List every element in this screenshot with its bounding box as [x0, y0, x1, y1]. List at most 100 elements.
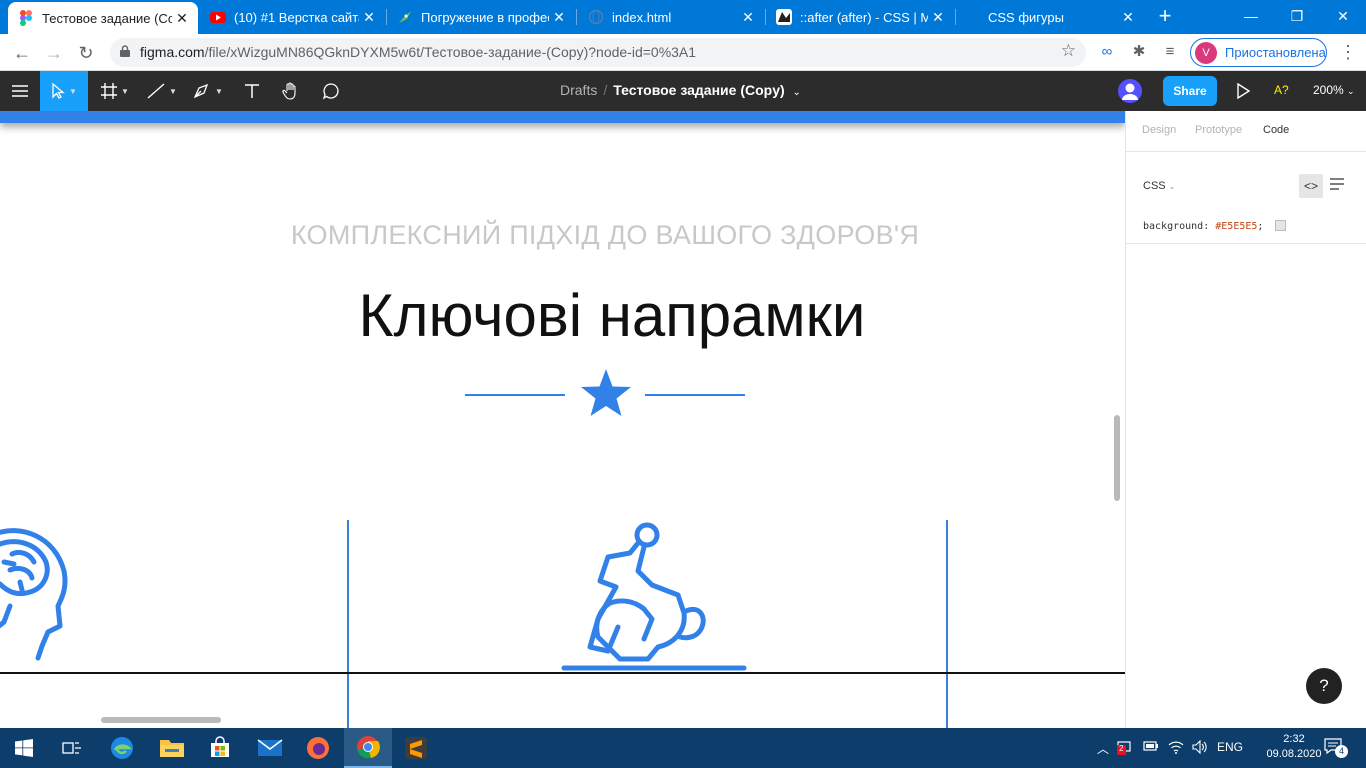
- tab-course[interactable]: Погружение в профессию ✕: [387, 0, 575, 34]
- text-tool[interactable]: [234, 71, 270, 111]
- panel-tabs: Design Prototype Code: [1126, 111, 1366, 152]
- code-view-icon[interactable]: <>: [1299, 174, 1323, 198]
- profile-button[interactable]: V Приостановлена: [1190, 38, 1327, 67]
- zoom-dropdown[interactable]: 200% ⌄: [1313, 83, 1355, 97]
- url-text: figma.com/file/xWizguMN86QGknDYXM5w6t/Те…: [140, 44, 696, 60]
- close-tab-icon[interactable]: ✕: [172, 10, 192, 27]
- share-button[interactable]: Share: [1163, 76, 1217, 106]
- input-language[interactable]: ENG: [1217, 740, 1243, 754]
- horizontal-scrollbar[interactable]: [101, 717, 221, 723]
- present-button[interactable]: [1234, 81, 1252, 101]
- show-hidden-icons-icon[interactable]: ︿: [1097, 740, 1109, 757]
- sublime-app[interactable]: [392, 728, 440, 768]
- tab-figma[interactable]: Тестовое задание (Copy) – Figma ✕: [8, 2, 198, 34]
- windows-icon: [15, 739, 33, 757]
- file-name[interactable]: Тестовое задание (Copy): [613, 82, 784, 98]
- close-window-button[interactable]: ✕: [1320, 0, 1366, 32]
- system-clock[interactable]: 2:32 09.08.2020: [1266, 732, 1322, 762]
- firefox-app[interactable]: [294, 728, 342, 768]
- tab-youtube[interactable]: (10) #1 Верстка сайта с нуля ✕: [200, 0, 385, 34]
- avatar: V: [1195, 41, 1217, 64]
- action-center-button[interactable]: 4: [1324, 738, 1348, 758]
- folder-icon: [160, 740, 184, 757]
- close-tab-icon[interactable]: ✕: [928, 9, 948, 26]
- move-tool[interactable]: ▼: [40, 71, 88, 111]
- browser-menu-icon[interactable]: ⋮: [1338, 41, 1358, 63]
- frame-tool[interactable]: ▼: [93, 71, 137, 111]
- tab-mdn[interactable]: ::after (after) - CSS | MDN ✕: [766, 0, 954, 34]
- language-dropdown[interactable]: CSS ⌄: [1143, 180, 1175, 192]
- bookmark-star-icon[interactable]: ☆: [1061, 41, 1076, 61]
- extension-infinity-icon[interactable]: ∞: [1097, 42, 1117, 62]
- hand-tool[interactable]: [273, 71, 309, 111]
- chevron-down-icon: ▼: [121, 86, 129, 96]
- wifi-icon[interactable]: [1168, 740, 1184, 757]
- edge-app[interactable]: [98, 728, 146, 768]
- tab-code[interactable]: Code: [1263, 124, 1289, 136]
- battery-alert-icon[interactable]: 2: [1117, 739, 1135, 755]
- edge-icon: [111, 737, 133, 759]
- panel-divider: [1126, 243, 1366, 244]
- tab-design[interactable]: Design: [1142, 124, 1176, 136]
- store-app[interactable]: [196, 728, 244, 768]
- main-menu-icon[interactable]: [0, 71, 40, 111]
- chrome-app[interactable]: [344, 728, 392, 768]
- volume-icon[interactable]: [1192, 739, 1208, 757]
- accessibility-badge[interactable]: A?: [1274, 83, 1289, 97]
- address-bar[interactable]: figma.com/file/xWizguMN86QGknDYXM5w6t/Те…: [110, 38, 1086, 67]
- tab-title: CSS фигуры: [988, 9, 1064, 25]
- reading-list-icon[interactable]: ≡: [1160, 42, 1180, 62]
- breadcrumb-separator: /: [603, 82, 608, 98]
- start-button[interactable]: [0, 728, 48, 768]
- chevron-down-icon: ⌄: [1347, 86, 1355, 96]
- minimize-button[interactable]: —: [1228, 0, 1274, 32]
- task-view-icon: [62, 742, 81, 754]
- url-host: figma.com: [140, 44, 205, 60]
- close-tab-icon[interactable]: ✕: [549, 9, 569, 26]
- chevron-down-icon: ▼: [69, 86, 77, 96]
- back-arrow-icon[interactable]: ←: [9, 40, 35, 66]
- tab-index-html[interactable]: index.html ✕: [578, 0, 764, 34]
- browser-toolbar: ← → ↻ figma.com/file/xWizguMN86QGknDYXM5…: [0, 34, 1366, 71]
- mail-icon: [257, 739, 283, 756]
- vertical-scrollbar[interactable]: [1114, 415, 1120, 501]
- battery-icon[interactable]: [1143, 740, 1159, 755]
- pen-tool[interactable]: ▼: [186, 71, 230, 111]
- new-tab-button[interactable]: +: [1154, 5, 1176, 27]
- close-tab-icon[interactable]: ✕: [738, 9, 758, 26]
- mail-app[interactable]: [246, 728, 294, 768]
- breadcrumb-drafts[interactable]: Drafts: [560, 82, 597, 98]
- extensions-puzzle-icon[interactable]: ✱: [1129, 42, 1149, 62]
- help-button[interactable]: ?: [1306, 668, 1342, 704]
- section-subtitle: КОМПЛЕКСНИЙ ПІДХІД ДО ВАШОГО ЗДОРОВ'Я: [290, 220, 920, 250]
- tab-prototype[interactable]: Prototype: [1195, 124, 1242, 136]
- column-guide-right: [946, 520, 948, 728]
- design-canvas[interactable]: КОМПЛЕКСНИЙ ПІДХІД ДО ВАШОГО ЗДОРОВ'Я Кл…: [0, 111, 1125, 728]
- line-tool[interactable]: ▼: [140, 71, 184, 111]
- properties-panel: Design Prototype Code CSS ⌄ <> backgroun…: [1125, 111, 1366, 728]
- comment-icon: [322, 83, 339, 100]
- star-divider: [465, 369, 745, 416]
- cursor-icon: [52, 83, 65, 99]
- forward-arrow-icon[interactable]: →: [41, 40, 67, 66]
- profile-status: Приостановлена: [1225, 45, 1326, 60]
- user-avatar[interactable]: [1118, 79, 1142, 103]
- sublime-text-icon: [405, 737, 427, 759]
- list-view-icon[interactable]: [1329, 177, 1345, 195]
- file-explorer-app[interactable]: [148, 728, 196, 768]
- close-tab-icon[interactable]: ✕: [1118, 9, 1138, 26]
- chevron-down-icon[interactable]: ⌄: [793, 87, 801, 98]
- restore-button[interactable]: ❐: [1274, 0, 1320, 32]
- comment-tool[interactable]: [313, 71, 349, 111]
- tab-css-shapes[interactable]: CSS фигуры ✕: [958, 0, 1144, 34]
- chrome-icon: [357, 736, 380, 759]
- line-icon: [147, 83, 165, 99]
- browser-tab-strip: Тестовое задание (Copy) – Figma ✕ (10) #…: [0, 0, 1366, 34]
- windows-taskbar: ︿ 2 ENG 2:32 09.08.2020 4: [0, 728, 1366, 768]
- tab-title: ::after (after) - CSS | MDN: [800, 9, 928, 25]
- close-tab-icon[interactable]: ✕: [359, 9, 379, 26]
- user-icon: [1122, 83, 1138, 100]
- reload-icon[interactable]: ↻: [73, 40, 99, 66]
- task-view-button[interactable]: [48, 728, 96, 768]
- tab-title: (10) #1 Верстка сайта с нуля: [234, 9, 359, 25]
